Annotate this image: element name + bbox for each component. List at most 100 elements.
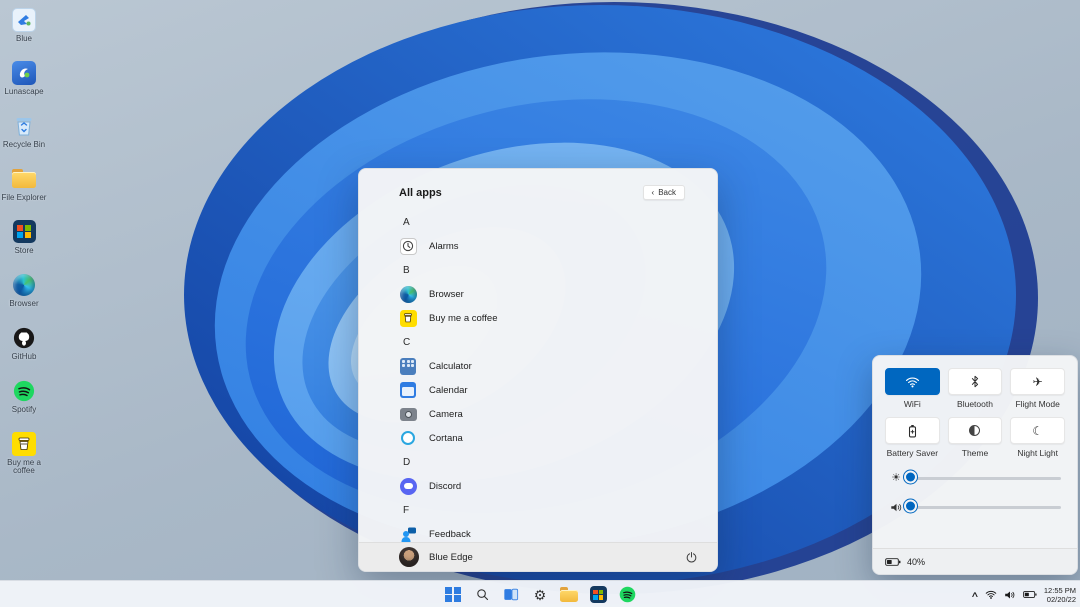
app-item-calculator[interactable]: Calculator: [399, 354, 701, 378]
all-apps-title: All apps: [399, 187, 442, 199]
discord-icon: [399, 477, 417, 495]
edge-browser-icon: [399, 285, 417, 303]
taskbar: ⚙ ∧ 12:55 PM 02: [0, 580, 1080, 607]
file-explorer-icon: [11, 165, 38, 192]
battery-percent-label: 40%: [907, 557, 925, 567]
desktop-icon-github[interactable]: GitHub: [0, 324, 48, 377]
tray-chevron-up-icon[interactable]: ∧: [971, 590, 980, 599]
taskbar-center-icons: ⚙: [441, 581, 639, 607]
desktop-icon-browser[interactable]: Browser: [0, 271, 48, 324]
desktop-icon-file-explorer[interactable]: File Explorer: [0, 165, 48, 218]
flight-mode-tile[interactable]: ✈: [1010, 368, 1065, 395]
desktop-icon-store[interactable]: Store: [0, 218, 48, 271]
task-view-button[interactable]: [499, 583, 523, 606]
user-name[interactable]: Blue Edge: [429, 552, 473, 563]
back-button[interactable]: ‹ Back: [643, 185, 685, 200]
brightness-slider[interactable]: ☀: [889, 470, 1061, 486]
start-menu-header: All apps ‹ Back: [359, 169, 717, 200]
desktop-icon-lunascape[interactable]: Lunascape: [0, 59, 48, 112]
bluetooth-tile[interactable]: [948, 368, 1003, 395]
app-item-label: Feedback: [429, 529, 471, 540]
app-item-label: Discord: [429, 481, 461, 492]
app-item-buy-me-a-coffee[interactable]: Buy me a coffee: [399, 306, 701, 330]
desktop: Blue Lunascape Recycle Bin File Explo: [0, 0, 1080, 607]
bluetooth-tile-label: Bluetooth: [957, 399, 993, 409]
bluetooth-icon: [970, 375, 980, 388]
app-item-camera[interactable]: Camera: [399, 402, 701, 426]
desktop-icon-label: Buy me a coffee: [1, 459, 47, 475]
settings-button[interactable]: ⚙: [528, 583, 552, 606]
desktop-icon-label: File Explorer: [2, 194, 47, 202]
start-menu-panel: All apps ‹ Back A Alarms B Browser: [358, 168, 718, 572]
theme-icon: [969, 425, 980, 436]
battery-status-row[interactable]: 40%: [873, 548, 1077, 574]
spotify-icon: [619, 586, 636, 603]
power-icon[interactable]: [681, 547, 701, 567]
desktop-icon-buy-me-a-coffee[interactable]: Buy me a coffee: [0, 430, 48, 492]
desktop-icon-label: Lunascape: [4, 88, 43, 96]
night-light-tile-label: Night Light: [1017, 448, 1058, 458]
spotify-button[interactable]: [615, 583, 639, 606]
tray-battery-icon[interactable]: [1023, 590, 1037, 599]
app-item-browser[interactable]: Browser: [399, 282, 701, 306]
section-header-d[interactable]: D: [399, 450, 701, 474]
all-apps-list: A Alarms B Browser Buy me a coffee C: [359, 200, 717, 546]
lunascape-icon: [11, 59, 38, 86]
recycle-bin-icon: [11, 112, 38, 139]
app-item-discord[interactable]: Discord: [399, 474, 701, 498]
camera-icon: [399, 405, 417, 423]
desktop-icon-label: Recycle Bin: [3, 141, 45, 149]
desktop-icon-spotify[interactable]: Spotify: [0, 377, 48, 430]
desktop-icon-blue[interactable]: Blue: [0, 6, 48, 59]
buy-me-a-coffee-icon: [11, 430, 38, 457]
file-explorer-button[interactable]: [557, 583, 581, 606]
desktop-icon-label: Blue: [16, 35, 32, 43]
store-button[interactable]: [586, 583, 610, 606]
volume-icon: [889, 502, 903, 513]
wifi-tile[interactable]: [885, 368, 940, 395]
back-chevron-icon: ‹: [652, 188, 655, 197]
tray-wifi-icon[interactable]: [985, 590, 997, 599]
quick-settings-tiles: WiFi Bluetooth ✈ Flight Mode Battery Sav…: [873, 356, 1077, 458]
start-menu-user-bar: Blue Edge: [359, 542, 717, 571]
start-button[interactable]: [441, 583, 465, 606]
github-icon: [11, 324, 38, 351]
tray-volume-icon[interactable]: [1004, 590, 1016, 600]
desktop-icon-label: GitHub: [12, 353, 37, 361]
section-header-f[interactable]: F: [399, 498, 701, 522]
alarms-icon: [399, 237, 417, 255]
user-avatar[interactable]: [399, 547, 419, 567]
section-header-a[interactable]: A: [399, 210, 701, 234]
battery-saver-tile-label: Battery Saver: [887, 448, 939, 458]
theme-tile[interactable]: [948, 417, 1003, 444]
app-item-cortana[interactable]: Cortana: [399, 426, 701, 450]
night-light-tile[interactable]: ☾: [1010, 417, 1065, 444]
tray-clock[interactable]: 12:55 PM 02/20/22: [1044, 586, 1076, 604]
app-item-label: Browser: [429, 289, 464, 300]
search-button[interactable]: [470, 583, 494, 606]
volume-slider[interactable]: [889, 499, 1061, 515]
store-icon: [590, 586, 607, 603]
app-item-label: Calculator: [429, 361, 472, 372]
battery-icon: [885, 557, 901, 567]
flight-mode-tile-label: Flight Mode: [1015, 399, 1059, 409]
app-item-calendar[interactable]: Calendar: [399, 378, 701, 402]
search-icon: [475, 587, 490, 602]
quick-settings-sliders: ☀: [873, 458, 1077, 515]
quick-settings-panel: WiFi Bluetooth ✈ Flight Mode Battery Sav…: [872, 355, 1078, 575]
battery-saver-tile[interactable]: [885, 417, 940, 444]
section-header-b[interactable]: B: [399, 258, 701, 282]
desktop-icon-label: Store: [14, 247, 33, 255]
app-item-label: Cortana: [429, 433, 463, 444]
tray-time: 12:55 PM: [1044, 586, 1076, 595]
spotify-icon: [11, 377, 38, 404]
tray-date: 02/20/22: [1044, 595, 1076, 604]
battery-saver-icon: [908, 424, 917, 438]
desktop-icon-recycle-bin[interactable]: Recycle Bin: [0, 112, 48, 165]
app-item-alarms[interactable]: Alarms: [399, 234, 701, 258]
store-icon: [11, 218, 38, 245]
feedback-icon: [399, 525, 417, 543]
gear-icon: ⚙: [534, 588, 547, 602]
section-header-c[interactable]: C: [399, 330, 701, 354]
back-button-label: Back: [658, 188, 676, 197]
